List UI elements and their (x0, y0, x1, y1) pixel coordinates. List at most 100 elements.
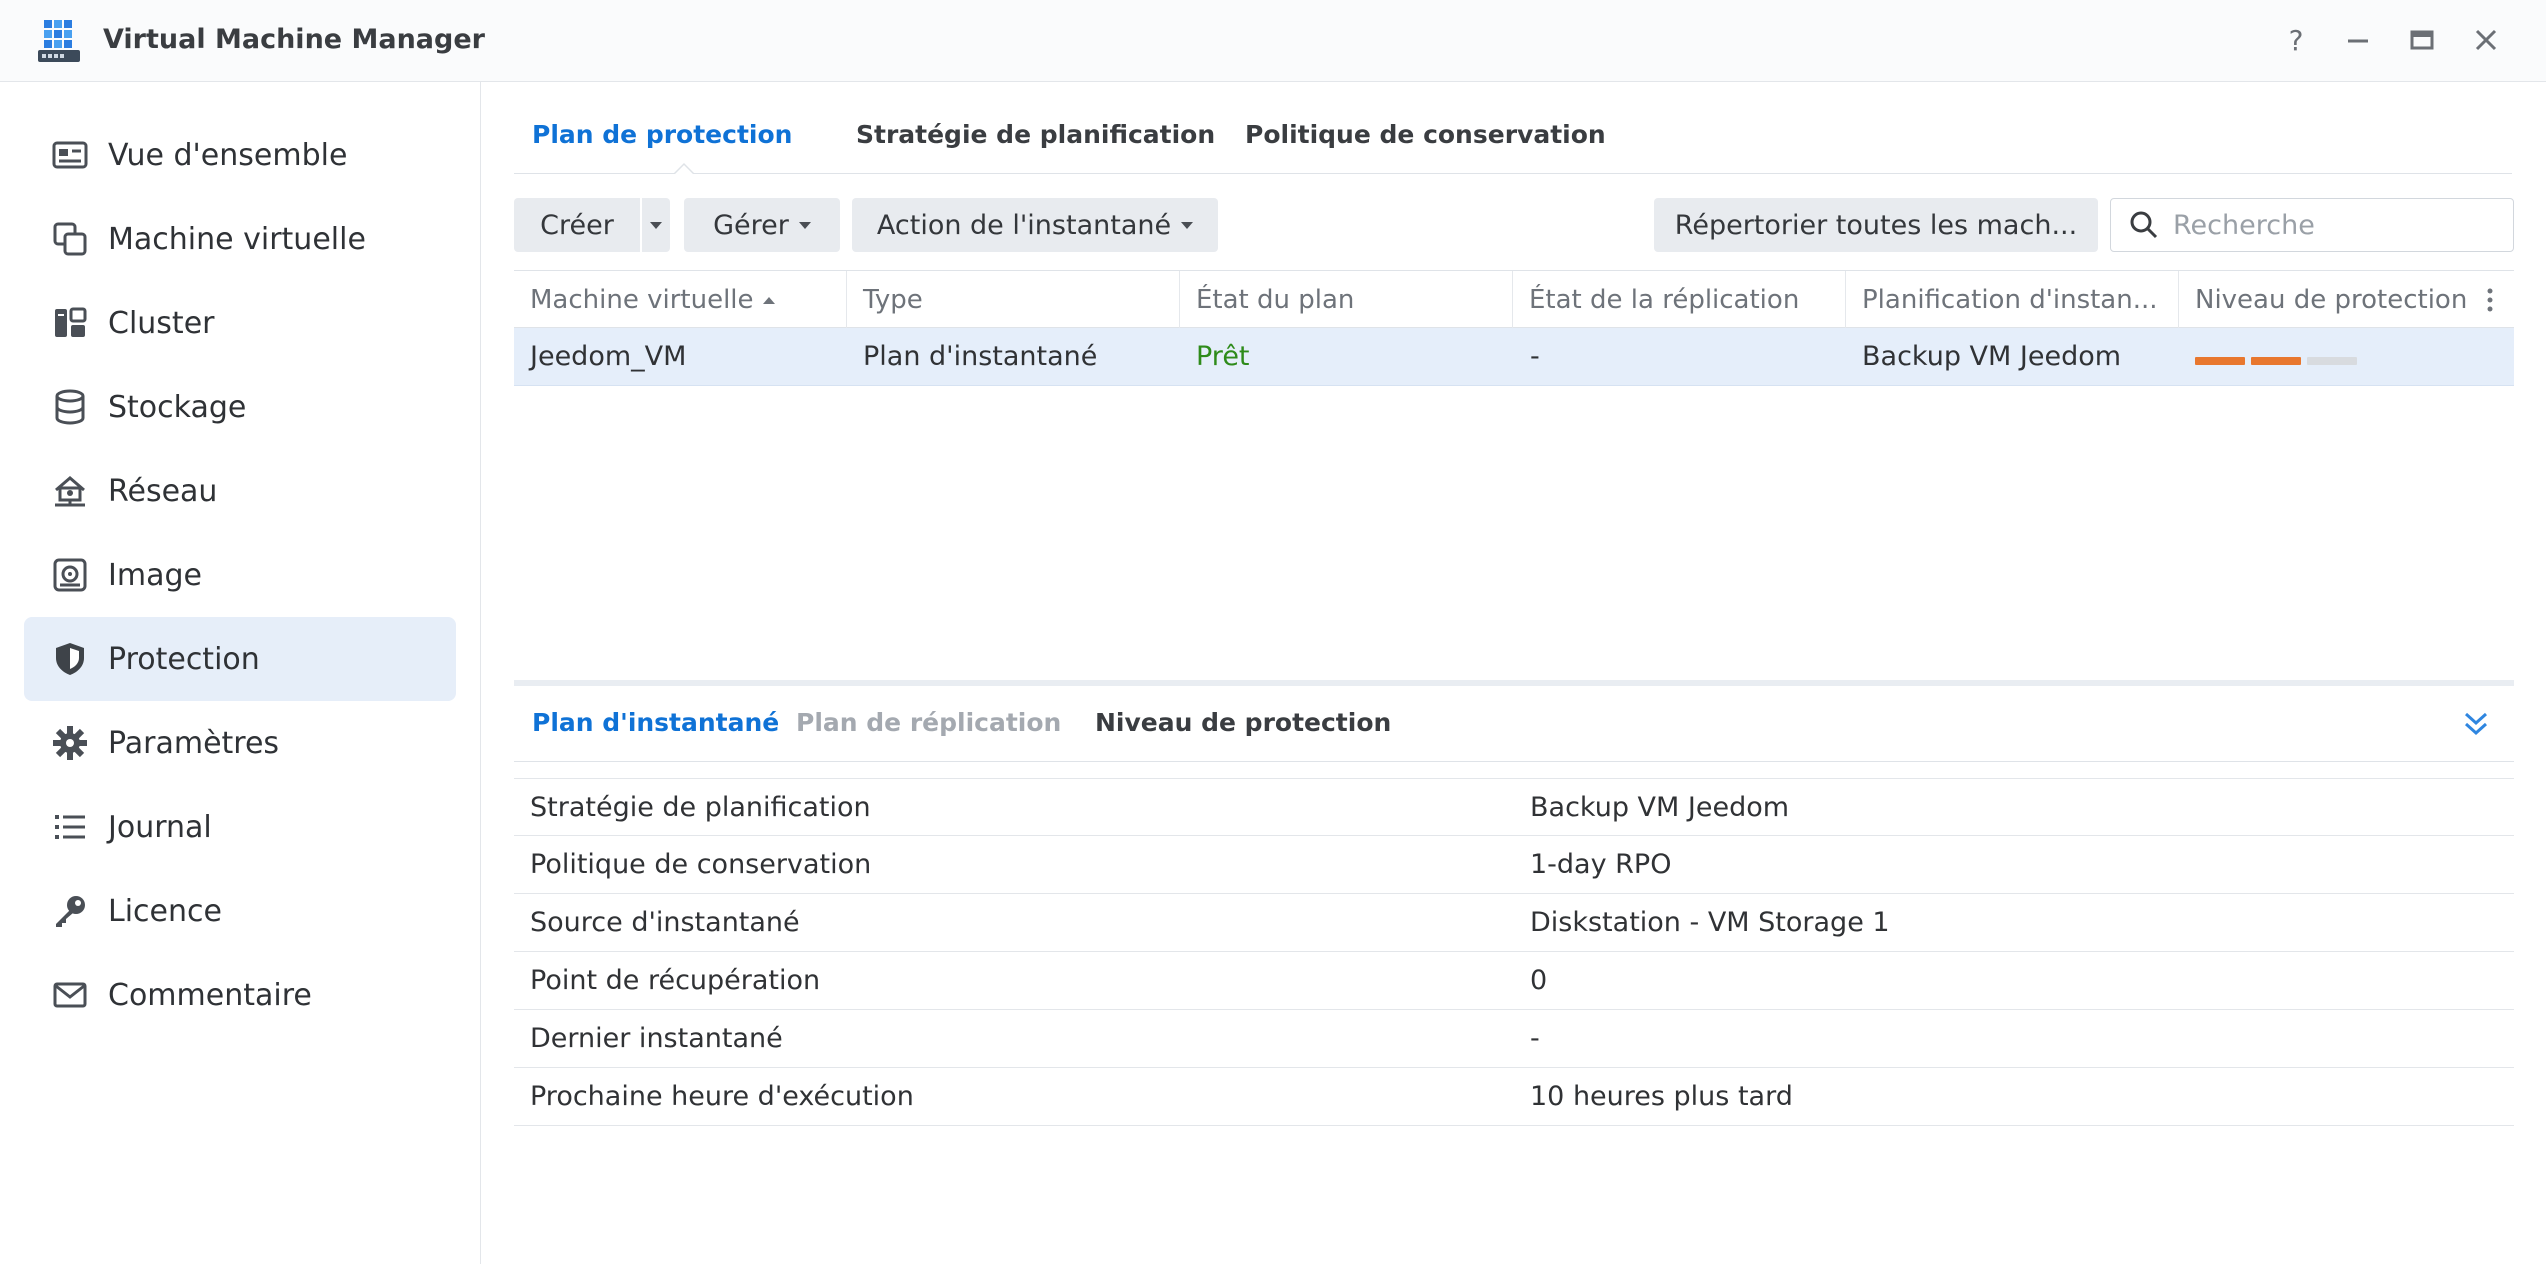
sidebar-item-settings[interactable]: Paramètres (24, 701, 456, 785)
sidebar-item-virtual-machine[interactable]: Machine virtuelle (24, 197, 456, 281)
sidebar-item-cluster[interactable]: Cluster (24, 281, 456, 365)
minimize-button[interactable] (2338, 20, 2378, 60)
detail-key: Prochaine heure d'exécution (530, 1081, 914, 1112)
vm-name-cell: Jeedom_VM (530, 341, 687, 372)
sidebar-item-license[interactable]: Licence (24, 869, 456, 953)
sidebar-item-label: Journal (108, 809, 212, 845)
chevron-down-icon (798, 221, 811, 229)
sidebar-item-label: Commentaire (108, 977, 312, 1013)
maximize-button[interactable] (2402, 20, 2442, 60)
search-icon (2130, 211, 2158, 239)
sidebar-item-label: Image (108, 557, 202, 593)
sidebar-item-protection[interactable]: Protection (24, 617, 456, 701)
cluster-icon (55, 307, 87, 337)
snapshot-action-label: Action de l'instantané (876, 209, 1172, 241)
detail-row: Source d'instantané Diskstation - VM Sto… (514, 894, 2514, 952)
protection-level-meter (2195, 341, 2363, 372)
close-button[interactable] (2466, 20, 2506, 60)
search-input[interactable] (2173, 209, 2503, 241)
column-header-vm[interactable]: Machine virtuelle (514, 271, 847, 328)
mail-icon (53, 982, 87, 1008)
detail-row: Dernier instantané - (514, 1010, 2514, 1068)
detail-row: Prochaine heure d'exécution 10 heures pl… (514, 1068, 2514, 1126)
column-menu-button[interactable] (2480, 271, 2514, 328)
detail-tab-bar: Plan d'instantané Plan de réplication Ni… (514, 686, 2514, 762)
sidebar-item-network[interactable]: Réseau (24, 449, 456, 533)
column-header-plan-state[interactable]: État du plan (1180, 271, 1513, 328)
sidebar-item-storage[interactable]: Stockage (24, 365, 456, 449)
detail-value: 10 heures plus tard (1530, 1081, 1793, 1112)
sidebar-item-image[interactable]: Image (24, 533, 456, 617)
column-header-type[interactable]: Type (847, 271, 1180, 328)
help-button[interactable]: ? (2276, 20, 2316, 60)
app-title: Virtual Machine Manager (103, 24, 485, 55)
network-icon (55, 476, 85, 507)
sidebar-item-label: Protection (108, 641, 260, 677)
list-all-vms-button[interactable]: Répertorier toutes les mach... (1654, 198, 2098, 252)
create-button-label: Créer (540, 209, 614, 241)
sort-ascending-icon (762, 296, 775, 304)
tab-snapshot-plan[interactable]: Plan d'instantané (532, 708, 779, 737)
search-box[interactable] (2110, 198, 2514, 252)
table-row[interactable]: Jeedom_VM Plan d'instantané Prêt - Backu… (514, 328, 2514, 386)
tab-schedule-strategy[interactable]: Stratégie de planification (856, 120, 1215, 149)
detail-row: Politique de conservation 1-day RPO (514, 836, 2514, 894)
top-tab-bar: Plan de protection Stratégie de planific… (514, 82, 2512, 174)
detail-row: Point de récupération 0 (514, 952, 2514, 1010)
protection-level-segment-empty (2307, 357, 2357, 365)
column-header-snapshot-schedule[interactable]: Planification d'instan... (1846, 271, 2179, 328)
collapse-panel-icon[interactable] (2458, 706, 2494, 742)
main-panel: Plan de protection Stratégie de planific… (482, 82, 2546, 1264)
active-tab-caret-icon (674, 162, 694, 174)
replication-state-cell: - (1530, 341, 1540, 372)
virtual-machine-icon (53, 222, 87, 256)
plan-state-cell: Prêt (1196, 341, 1250, 372)
create-dropdown-button[interactable] (642, 198, 670, 252)
detail-row: Stratégie de planification Backup VM Jee… (514, 778, 2514, 836)
manage-button[interactable]: Gérer (684, 198, 840, 252)
tab-replication-plan: Plan de réplication (796, 708, 1062, 737)
detail-key: Dernier instantané (530, 1023, 783, 1054)
sidebar-item-log[interactable]: Journal (24, 785, 456, 869)
sidebar-item-label: Cluster (108, 305, 215, 341)
sidebar-item-label: Réseau (108, 473, 218, 509)
create-button[interactable]: Créer (514, 198, 640, 252)
image-icon (53, 558, 87, 592)
sidebar-item-overview[interactable]: Vue d'ensemble (24, 113, 456, 197)
detail-value: Backup VM Jeedom (1530, 792, 1790, 823)
minimize-icon (2348, 39, 2368, 43)
log-list-icon (55, 815, 85, 839)
tab-protection-plan[interactable]: Plan de protection (532, 120, 792, 149)
detail-key: Stratégie de planification (530, 792, 871, 823)
column-header-protection-level[interactable]: Niveau de protection (2179, 271, 2479, 328)
snapshot-action-button[interactable]: Action de l'instantané (852, 198, 1218, 252)
tab-protection-level[interactable]: Niveau de protection (1095, 708, 1391, 737)
list-all-vms-label: Répertorier toutes les mach... (1674, 209, 2078, 241)
overview-icon (52, 141, 88, 169)
type-cell: Plan d'instantané (863, 341, 1098, 372)
schedule-cell: Backup VM Jeedom (1862, 341, 2122, 372)
maximize-icon (2410, 30, 2434, 50)
detail-value: Diskstation - VM Storage 1 (1530, 907, 1890, 938)
protection-level-segment-filled (2251, 357, 2301, 365)
chevron-down-icon (650, 221, 662, 229)
key-icon (56, 896, 85, 927)
title-bar: Virtual Machine Manager ? (0, 0, 2546, 82)
sidebar-item-feedback[interactable]: Commentaire (24, 953, 456, 1037)
detail-value: - (1530, 1023, 1540, 1054)
snapshot-plan-details: Stratégie de planification Backup VM Jee… (514, 778, 2514, 1126)
more-vertical-icon (2487, 288, 2493, 311)
help-icon: ? (2288, 23, 2304, 57)
table-header: Machine virtuelle Type État du plan État… (514, 270, 2514, 328)
sidebar-item-label: Machine virtuelle (108, 221, 366, 257)
tab-retention-policy[interactable]: Politique de conservation (1245, 120, 1606, 149)
column-header-replication-state[interactable]: État de la réplication (1513, 271, 1846, 328)
close-icon (2475, 29, 2497, 51)
detail-key: Politique de conservation (530, 849, 872, 880)
sidebar-item-label: Stockage (108, 389, 247, 425)
sidebar: Vue d'ensemble Machine virtuelle Cluster… (0, 82, 481, 1264)
sidebar-item-label: Paramètres (108, 725, 280, 761)
sidebar-item-label: Licence (108, 893, 222, 929)
sidebar-item-label: Vue d'ensemble (108, 137, 348, 173)
chevron-down-icon (1181, 221, 1194, 229)
